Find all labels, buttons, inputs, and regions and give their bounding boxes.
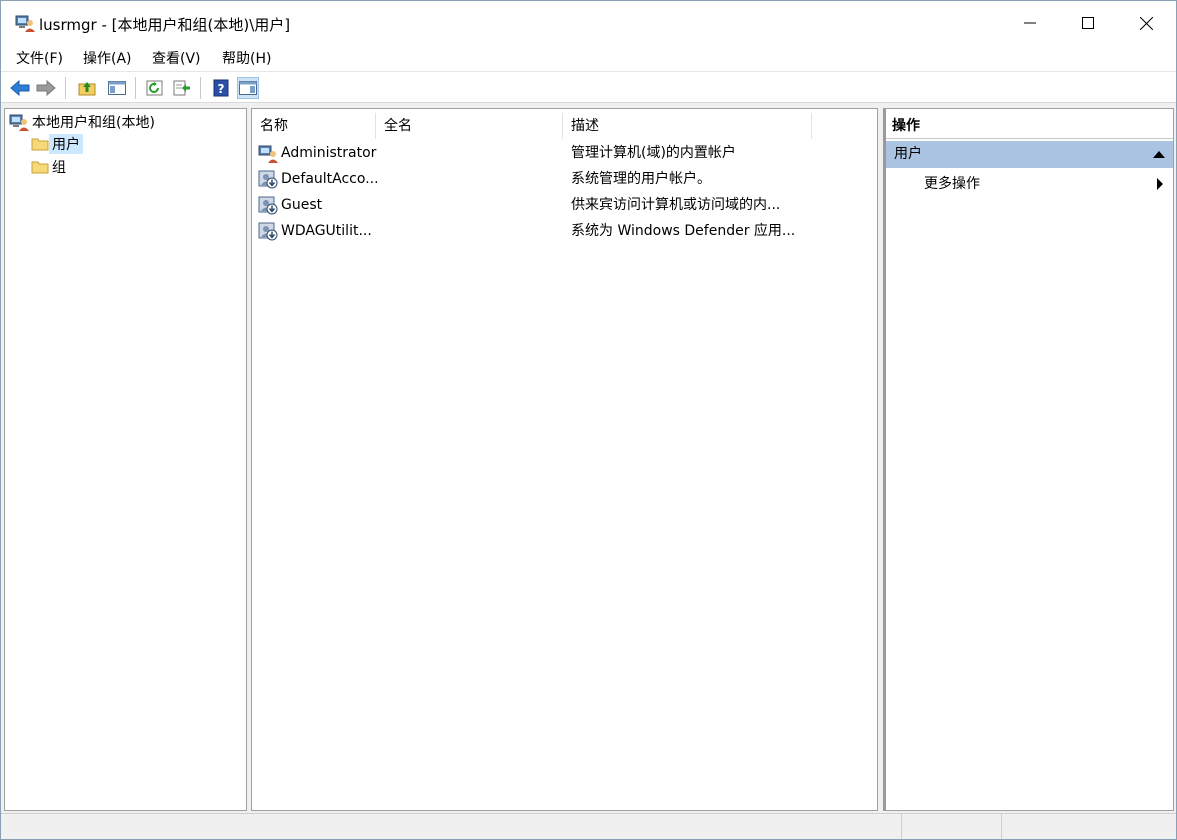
action-section-label: 用户: [894, 146, 922, 162]
computer-users-icon: [9, 114, 29, 131]
cell-name: WDAGUtilit...: [258, 218, 378, 244]
app-window: lusrmgr - [本地用户和组(本地)\用户] 文件(F) 操作(A) 查看…: [0, 0, 1177, 840]
close-button[interactable]: [1117, 1, 1175, 45]
toolbar-separator: [135, 77, 136, 99]
minimize-button[interactable]: [1001, 1, 1059, 45]
title-bar[interactable]: lusrmgr - [本地用户和组(本地)\用户]: [1, 1, 1176, 45]
cell-description: 系统为 Windows Defender 应用...: [571, 223, 796, 239]
tree-item-label: 本地用户和组(本地): [32, 115, 155, 131]
export-list-icon: [173, 80, 190, 96]
collapse-arrow-icon: [1153, 151, 1165, 158]
export-list-button[interactable]: [171, 77, 193, 99]
forward-button[interactable]: [35, 77, 57, 99]
tree-item-label: 组: [52, 160, 66, 176]
menu-help[interactable]: 帮助(H): [222, 48, 271, 68]
toolbar: ?: [1, 71, 1176, 103]
menu-view[interactable]: 查看(V): [152, 48, 201, 68]
cell-name: Guest: [258, 192, 378, 218]
disabled-user-icon: [258, 222, 278, 241]
svg-text:?: ?: [218, 82, 225, 96]
menu-file[interactable]: 文件(F): [16, 48, 63, 68]
action-section-users[interactable]: 用户: [886, 141, 1173, 168]
result-list-pane: 名称 全名 描述 Administrator 管理计算机(域)的内置帐户 Def…: [251, 108, 878, 811]
column-header-description[interactable]: 描述: [563, 113, 812, 139]
column-header-fullname[interactable]: 全名: [376, 113, 563, 139]
back-arrow-icon: [10, 80, 30, 96]
status-segment: [1001, 814, 1101, 839]
forward-arrow-icon: [36, 80, 56, 96]
console-tree-pane: 本地用户和组(本地) 用户 组: [4, 108, 247, 811]
show-hide-console-tree-button[interactable]: [106, 77, 128, 99]
help-button[interactable]: ?: [210, 77, 232, 99]
show-hide-action-pane-button[interactable]: [237, 77, 259, 99]
window-title: lusrmgr - [本地用户和组(本地)\用户]: [39, 16, 291, 34]
action-pane: 操作 用户 更多操作: [883, 108, 1174, 811]
toolbar-separator: [65, 77, 66, 99]
submenu-arrow-icon: [1157, 178, 1163, 190]
status-bar: [1, 813, 1176, 839]
column-header-name[interactable]: 名称: [252, 113, 376, 139]
cell-description: 管理计算机(域)的内置帐户: [571, 145, 736, 161]
user-name: WDAGUtilit...: [281, 223, 372, 239]
table-row[interactable]: DefaultAcco... 系统管理的用户帐户。: [252, 166, 877, 192]
action-pane-icon: [239, 81, 257, 95]
cell-name: Administrator: [258, 140, 378, 166]
table-row[interactable]: Guest 供来宾访问计算机或访问域的内...: [252, 192, 877, 218]
tree-item-label: 用户: [49, 134, 83, 154]
refresh-icon: [146, 80, 163, 96]
cell-description: 供来宾访问计算机或访问域的内...: [571, 197, 781, 213]
minimize-icon: [1024, 22, 1036, 24]
refresh-button[interactable]: [144, 77, 166, 99]
table-row[interactable]: Administrator 管理计算机(域)的内置帐户: [252, 140, 877, 166]
toolbar-separator: [200, 77, 201, 99]
more-actions-item[interactable]: 更多操作: [886, 171, 1173, 197]
cell-description: 系统管理的用户帐户。: [571, 171, 711, 187]
up-one-level-button[interactable]: [76, 77, 98, 99]
tree-item-users[interactable]: 用户: [31, 134, 83, 154]
list-header: 名称 全名 描述: [252, 113, 877, 139]
user-name: DefaultAcco...: [281, 171, 378, 187]
tree-item-local-users-groups[interactable]: 本地用户和组(本地): [9, 112, 158, 132]
menu-bar: 文件(F) 操作(A) 查看(V) 帮助(H): [1, 45, 1176, 71]
cell-name: DefaultAcco...: [258, 166, 378, 192]
folder-icon: [31, 161, 49, 174]
status-segment: [901, 814, 1001, 839]
user-name: Guest: [281, 197, 323, 213]
folder-up-icon: [78, 82, 96, 96]
maximize-icon: [1082, 17, 1094, 29]
disabled-user-icon: [258, 170, 278, 189]
maximize-button[interactable]: [1059, 1, 1117, 45]
table-row[interactable]: WDAGUtilit... 系统为 Windows Defender 应用...: [252, 218, 877, 244]
disabled-user-icon: [258, 196, 278, 215]
action-pane-title: 操作: [886, 113, 1173, 139]
menu-action[interactable]: 操作(A): [83, 48, 132, 68]
console-tree-icon: [108, 81, 126, 95]
close-icon: [1139, 16, 1153, 30]
user-name: Administrator: [281, 145, 377, 161]
computer-users-icon: [15, 15, 35, 32]
more-actions-label: 更多操作: [924, 176, 980, 192]
folder-icon: [31, 138, 49, 151]
help-icon: ?: [213, 79, 229, 97]
tree-item-groups[interactable]: 组: [31, 157, 69, 177]
admin-user-icon: [258, 145, 278, 163]
back-button[interactable]: [9, 77, 31, 99]
main-area: 本地用户和组(本地) 用户 组 名称 全名 描述 Administrator 管…: [1, 103, 1176, 813]
